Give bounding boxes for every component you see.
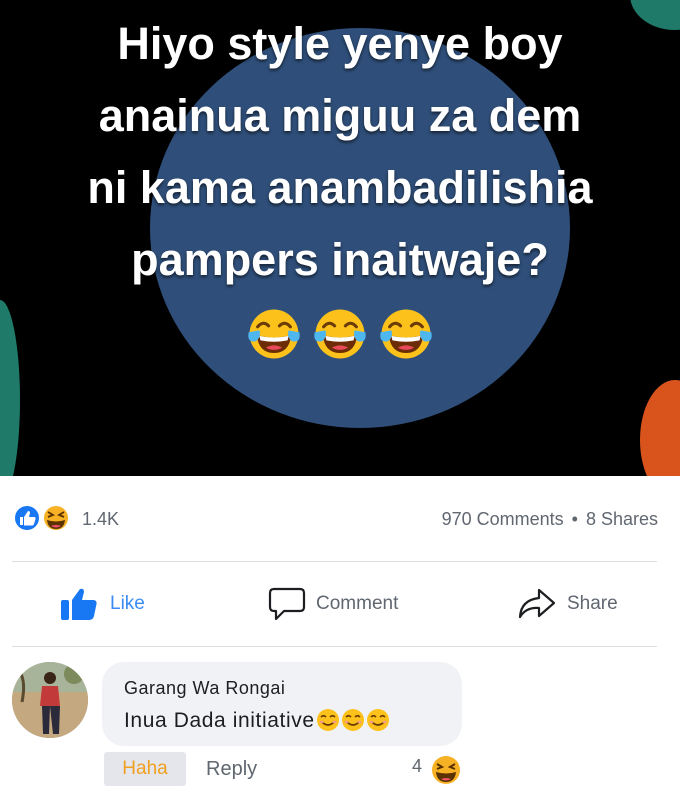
reaction-count[interactable]: 1.4K (82, 509, 119, 530)
meme-line: ni kama anambadilishia (87, 162, 593, 213)
avatar-photo (12, 662, 88, 738)
share-arrow-icon (518, 588, 556, 619)
like-button[interactable]: Like (60, 584, 145, 624)
meme-caption: Hiyo style yenye boy anainua miguu za de… (0, 8, 680, 296)
tears-of-joy-icon (247, 309, 300, 359)
comment-text-row: Inua Dada initiative (124, 708, 390, 733)
haha-icon (42, 504, 70, 532)
avatar[interactable] (12, 662, 88, 738)
meme-line: Hiyo style yenye boy (117, 18, 563, 69)
haha-icon[interactable] (430, 754, 462, 786)
reaction-icons[interactable] (12, 503, 74, 533)
comment-label: Comment (316, 593, 399, 614)
smiling-face-icon (366, 709, 389, 731)
share-label: Share (567, 593, 618, 614)
comment-bubble[interactable]: Garang Wa Rongai Inua Dada initiative (102, 662, 462, 746)
meme-emoji-row (0, 305, 680, 363)
background-shape (640, 380, 680, 476)
divider (12, 646, 657, 647)
thumbs-up-icon (61, 588, 97, 620)
comments-shares: 970 Comments • 8 Shares (442, 509, 658, 530)
like-icon (13, 504, 41, 532)
comment-icon (268, 587, 306, 621)
comment-button[interactable]: Comment (268, 584, 398, 624)
post-stats-bar: 1.4K 970 Comments • 8 Shares (0, 497, 680, 537)
like-label: Like (110, 593, 145, 614)
comment-reaction-count[interactable]: 4 (412, 756, 422, 777)
meme-line: anainua miguu za dem (98, 90, 582, 141)
smiling-face-icon (316, 709, 339, 731)
reply-button[interactable]: Reply (206, 758, 257, 781)
share-button[interactable]: Share (517, 584, 618, 624)
separator-dot: • (571, 509, 578, 529)
tears-of-joy-icon (314, 309, 366, 359)
meme-line: pampers inaitwaje? (131, 234, 549, 285)
shares-count[interactable]: 8 Shares (586, 509, 658, 529)
comments-count[interactable]: 970 Comments (442, 509, 564, 529)
comment-text: Inua Dada initiative (124, 709, 315, 732)
comment: Garang Wa Rongai Inua Dada initiative Ha… (0, 660, 680, 800)
post-action-bar: Like Comment Share (0, 562, 680, 646)
haha-reaction-button[interactable]: Haha (104, 752, 186, 786)
tears-of-joy-icon (380, 309, 433, 359)
smiling-face-icon (341, 709, 364, 731)
comment-author[interactable]: Garang Wa Rongai (124, 678, 285, 699)
post-image[interactable]: Hiyo style yenye boy anainua miguu za de… (0, 0, 680, 476)
